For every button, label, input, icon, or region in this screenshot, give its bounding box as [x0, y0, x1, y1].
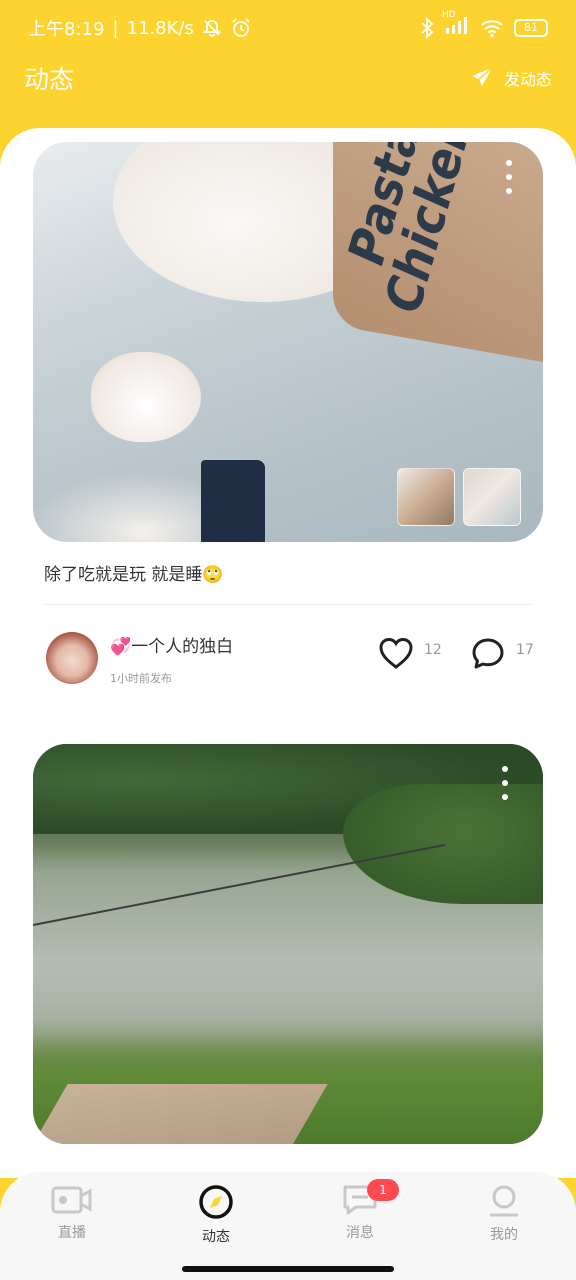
net-speed: 11.8K/s	[126, 17, 194, 39]
like-button[interactable]: 12	[378, 636, 442, 670]
wifi-icon	[481, 20, 503, 38]
post-dynamic-label: 发动态	[503, 70, 552, 89]
tab-profile[interactable]: 我的	[459, 1184, 549, 1280]
battery-indicator: 81	[514, 19, 548, 37]
status-time: 上午8:19	[28, 19, 105, 40]
like-count: 12	[424, 642, 442, 658]
more-dot	[502, 766, 508, 772]
thumbnail-2[interactable]	[463, 468, 521, 526]
status-bar: 上午8:19 | 11.8K/s HD 81	[0, 0, 576, 56]
tab-live-label: 直播	[58, 1225, 86, 1241]
tab-dynamic-label: 动态	[202, 1229, 230, 1245]
feed[interactable]: Pasta Chicken 除了吃就是玩 就是睡🙄 💞一个人的独白 1小时前发布…	[0, 128, 576, 1178]
post-caption: 除了吃就是玩 就是睡🙄	[44, 565, 224, 585]
bottom-tab-bar: 直播 动态 1 消息 我的	[0, 1172, 576, 1280]
author-name[interactable]: 💞一个人的独白	[110, 632, 233, 657]
dark-object	[201, 460, 265, 542]
tab-live[interactable]: 直播	[27, 1184, 117, 1280]
compass-icon	[199, 1185, 233, 1219]
home-indicator	[182, 1266, 394, 1272]
status-separator: |	[112, 17, 119, 39]
tab-messages-label: 消息	[346, 1225, 374, 1241]
more-dot	[506, 188, 512, 194]
post-author-row: 💞一个人的独白 1小时前发布 12 17	[46, 632, 534, 685]
post-image[interactable]	[33, 744, 543, 1144]
bell-muted-icon	[202, 20, 222, 37]
thumbnail-1[interactable]	[397, 468, 455, 526]
post-image[interactable]: Pasta Chicken	[33, 142, 543, 542]
more-dot	[506, 160, 512, 166]
image-thumbnails	[397, 468, 521, 526]
hd-label: HD	[442, 9, 456, 20]
dirt-path	[33, 1084, 328, 1144]
post-time: 1小时前发布	[110, 672, 172, 685]
comment-icon	[472, 638, 504, 669]
heart-icon	[379, 637, 413, 669]
message-badge: 1	[367, 1179, 399, 1201]
divider	[44, 604, 532, 605]
post-dynamic-button[interactable]: 发动态	[470, 66, 552, 90]
profile-icon	[490, 1185, 518, 1217]
cell-signal: HD	[442, 10, 470, 41]
cat-paw	[91, 352, 201, 442]
comment-button[interactable]: 17	[470, 636, 534, 670]
avatar[interactable]	[46, 632, 98, 684]
status-left: 上午8:19 | 11.8K/s	[28, 15, 252, 41]
comment-count: 17	[516, 642, 534, 658]
alarm-icon	[232, 18, 250, 37]
bluetooth-icon	[421, 17, 434, 39]
page-title: 动态	[24, 65, 75, 94]
send-icon	[471, 67, 493, 86]
app-header: 动态 发动态	[0, 56, 576, 100]
more-options-icon[interactable]	[501, 766, 509, 800]
live-camera-icon	[51, 1186, 92, 1214]
more-dot	[506, 174, 512, 180]
more-dot	[502, 794, 508, 800]
status-right: HD 81	[420, 10, 548, 41]
bag-text: Pasta Chicken	[338, 142, 484, 324]
more-dot	[502, 780, 508, 786]
tab-profile-label: 我的	[490, 1227, 518, 1243]
more-options-icon[interactable]	[505, 160, 513, 194]
